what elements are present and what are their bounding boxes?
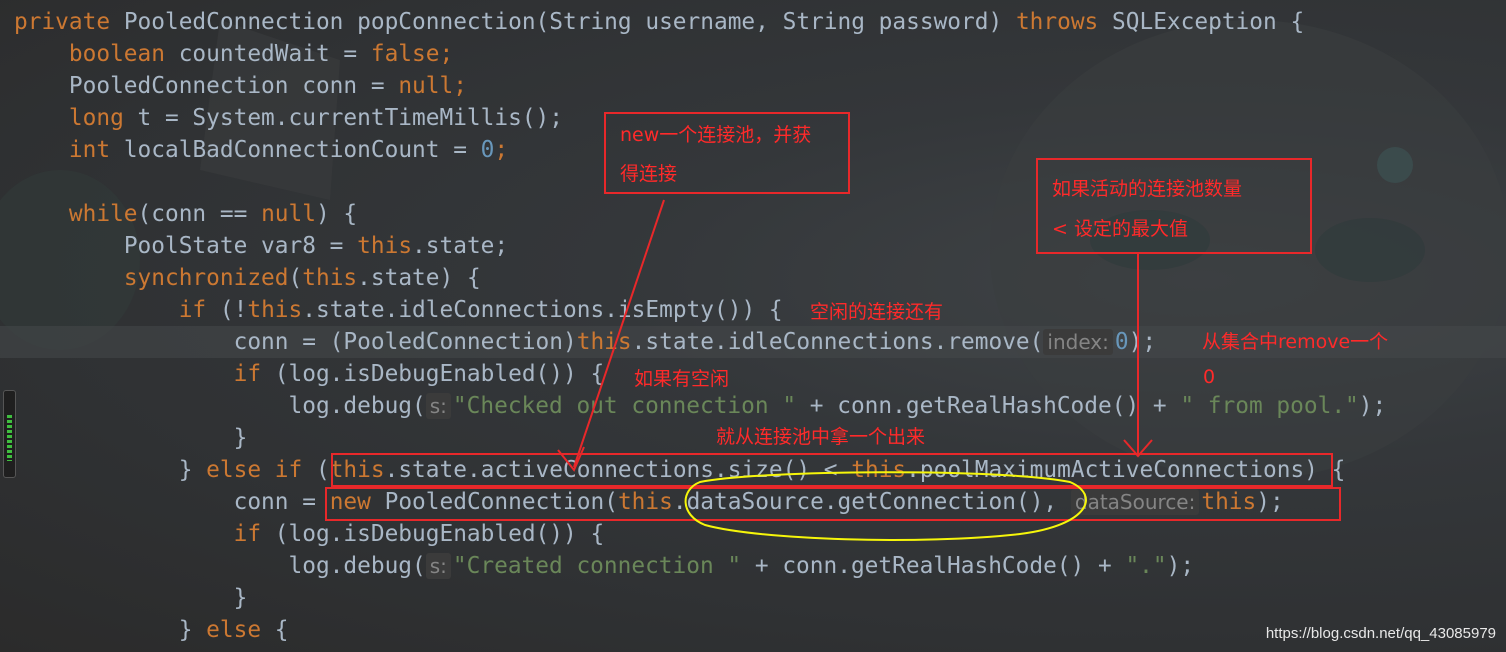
annotation-arrow [557,199,665,472]
yellow-ellipse-highlight [684,471,1087,541]
gutter-scroll-marker[interactable] [3,390,16,478]
annotation-take-one: 就从连接池中拿一个出来 [716,426,926,448]
highlight-box-new-connection [325,487,1341,521]
annotation-box-new-pool: new一个连接池，并获 得连接 [604,112,850,194]
annotation-idle-remaining: 空闲的连接还有 [810,301,944,323]
annotation-if-idle: 如果有空闲 [634,368,730,390]
annotation-arrow [1123,253,1153,458]
annotation-overlay [325,199,1341,541]
annotation-remove-from-set: 从集合中remove一个 [1202,331,1389,353]
annotation-box-active-limit: 如果活动的连接池数量 < 设定的最大值 [1036,158,1312,254]
watermark: https://blog.csdn.net/qq_43085979 [1265,625,1496,642]
code-editor[interactable]: private PooledConnection popConnection(S… [0,0,1506,652]
annotation-remove-index: 0 [1203,366,1216,388]
highlight-box-condition [331,453,1333,487]
